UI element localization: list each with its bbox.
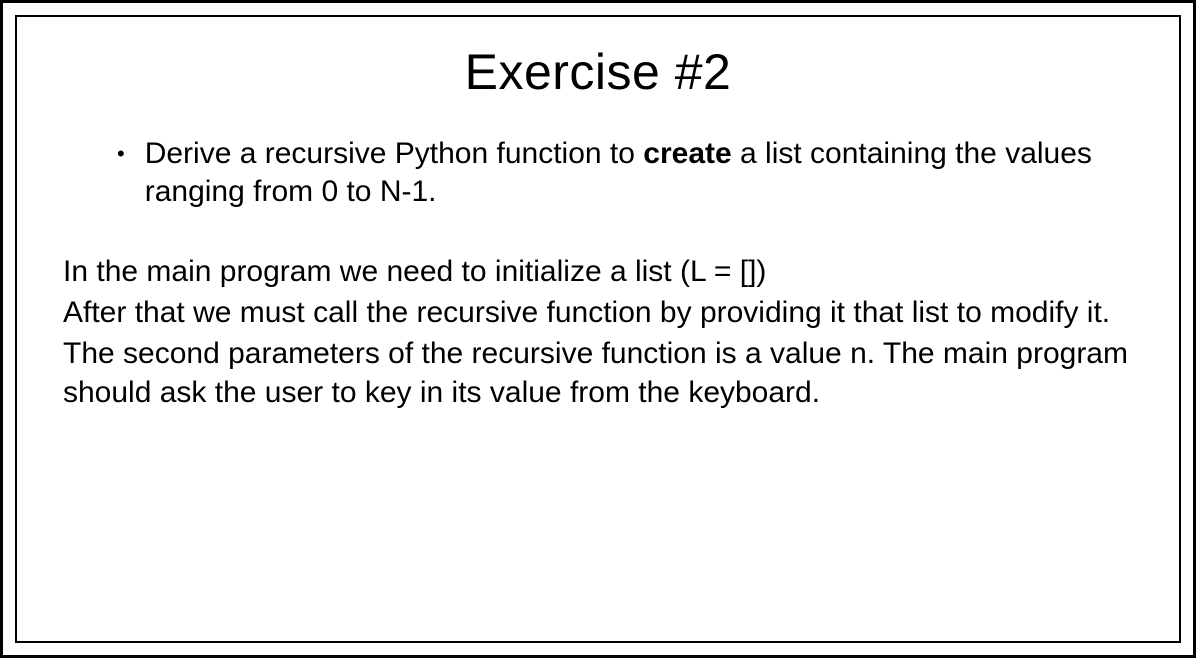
slide-outer-frame: Exercise #2 • Derive a recursive Python … <box>0 0 1196 658</box>
bullet-text-part1: Derive a recursive Python function to <box>145 137 644 170</box>
body-line-3: The second parameters of the recursive f… <box>63 334 1129 412</box>
body-text-block: In the main program we need to initializ… <box>47 252 1149 412</box>
body-line-1: In the main program we need to initializ… <box>63 252 1129 291</box>
bullet-text: Derive a recursive Python function to cr… <box>145 135 1109 212</box>
body-line-2: After that we must call the recursive fu… <box>63 293 1129 332</box>
slide-inner-frame: Exercise #2 • Derive a recursive Python … <box>15 15 1181 643</box>
bullet-item: • Derive a recursive Python function to … <box>47 135 1149 212</box>
bullet-text-bold: create <box>643 137 731 170</box>
bullet-dot-icon: • <box>117 135 125 173</box>
slide-title: Exercise #2 <box>47 43 1149 101</box>
